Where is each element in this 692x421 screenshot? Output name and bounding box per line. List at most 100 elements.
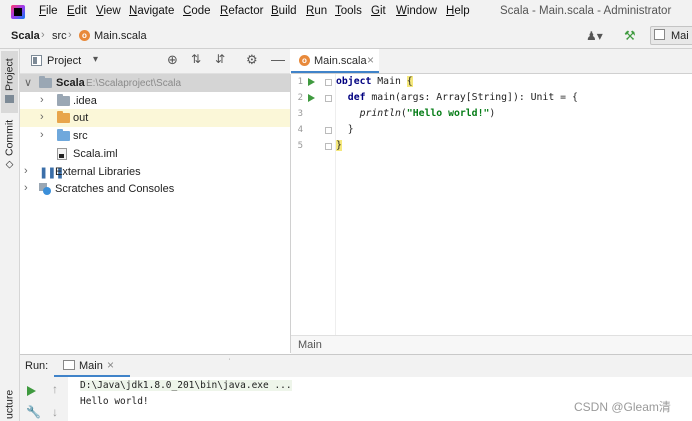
code-line: object Main {	[336, 76, 413, 87]
scratches-icon	[39, 183, 51, 195]
scala-object-icon: o	[299, 55, 310, 66]
line-number: 3	[297, 109, 303, 119]
editor-gutter: 1 2 3 4 5	[291, 74, 335, 335]
fold-marker-icon[interactable]	[325, 127, 332, 134]
folder-icon	[5, 94, 14, 103]
console-output-line: Hello world!	[80, 396, 149, 407]
navigation-bar: Scala › src › o Main.scala ♟▾ ⚒ Mai	[0, 24, 692, 49]
build-hammer-icon[interactable]: ⚒	[624, 28, 636, 44]
chevron-right-icon[interactable]: ›	[24, 182, 28, 194]
run-gutter-icon[interactable]	[308, 78, 315, 86]
fold-marker-icon[interactable]	[325, 79, 332, 86]
menu-file[interactable]: File	[39, 5, 58, 17]
close-tab-icon[interactable]: ×	[367, 53, 374, 67]
code-editor[interactable]: object Main { def main(args: Array[Strin…	[335, 74, 692, 335]
code-line: println("Hello world!")	[359, 108, 496, 119]
expand-all-icon[interactable]: ⇅	[191, 52, 201, 66]
commit-tool-tab[interactable]: ◇ Commit	[1, 119, 18, 173]
structure-tool-tab[interactable]: ucture	[1, 387, 18, 421]
close-tab-icon[interactable]: ×	[107, 358, 114, 372]
tree-item-external-libraries[interactable]: › ❚❚❚ External Libraries	[20, 163, 290, 181]
run-panel-header: Run: Main × ˈ	[20, 354, 692, 377]
tree-item-src[interactable]: › src	[20, 127, 290, 145]
tab-main-scala[interactable]: o Main.scala ×	[291, 49, 379, 73]
code-line: def main(args: Array[String]): Unit = {	[347, 92, 578, 103]
collapse-all-icon[interactable]: ⇵	[215, 52, 225, 66]
console-command-line: D:\Java\jdk1.8.0_201\bin\java.exe ...	[80, 380, 292, 391]
menu-window[interactable]: Window	[396, 5, 437, 17]
run-gutter-icon[interactable]	[308, 94, 315, 102]
watermark: CSDN @Gleam清	[574, 400, 671, 414]
editor-breadcrumb-bar: Main	[291, 335, 692, 354]
left-tool-strip: Project ◇ Commit ucture	[0, 49, 20, 421]
run-toolbar: ↑ 🔧 ↓	[20, 377, 68, 421]
chevron-right-icon[interactable]: ›	[24, 165, 28, 177]
iml-file-icon	[57, 148, 67, 160]
breadcrumb-file[interactable]: Main.scala	[94, 30, 147, 42]
project-tree: ∨ Scala E:\Scalaproject\Scala › .idea › …	[20, 74, 291, 353]
tree-item-scala-root[interactable]: ∨ Scala E:\Scalaproject\Scala	[20, 74, 290, 92]
wrench-icon[interactable]: 🔧	[26, 405, 41, 419]
project-path: E:\Scalaproject\Scala	[86, 78, 182, 89]
menu-view[interactable]: View	[96, 5, 121, 17]
menu-code[interactable]: Code	[183, 5, 211, 17]
line-number: 4	[297, 125, 303, 135]
menu-run[interactable]: Run	[306, 5, 327, 17]
run-config-label: Mai	[671, 30, 689, 42]
breadcrumb-src[interactable]: src	[52, 30, 67, 42]
chevron-down-icon[interactable]: ∨	[24, 76, 32, 89]
editor-tab-bar: o Main.scala ×	[291, 49, 692, 74]
folder-icon	[57, 94, 70, 106]
project-view-label[interactable]: Project	[47, 55, 81, 67]
run-config-selector[interactable]: Mai	[650, 26, 692, 45]
chevron-right-icon: ›	[68, 29, 72, 41]
tree-item-scala-iml[interactable]: Scala.iml	[20, 145, 290, 163]
run-tab-main[interactable]: Main ×	[54, 355, 130, 377]
project-tool-tab[interactable]: Project	[1, 51, 18, 113]
editor-breadcrumb[interactable]: Main	[298, 339, 322, 351]
gear-icon[interactable]: ⚙	[246, 52, 258, 68]
breadcrumb-project[interactable]: Scala	[11, 30, 40, 42]
rerun-icon[interactable]	[27, 386, 36, 396]
menu-edit[interactable]: Edit	[67, 5, 87, 17]
menu-git[interactable]: Git	[371, 5, 386, 17]
arrow-down-icon[interactable]: ↓	[52, 405, 58, 419]
matched-brace: }	[336, 140, 342, 151]
tree-item-scratches[interactable]: › Scratches and Consoles	[20, 180, 290, 198]
chevron-right-icon[interactable]: ›	[40, 111, 44, 123]
menu-build[interactable]: Build	[271, 5, 297, 17]
arrow-up-icon[interactable]: ↑	[52, 382, 58, 396]
line-number: 2	[297, 93, 303, 103]
project-view-icon	[31, 55, 42, 66]
user-dropdown-icon[interactable]: ♟▾	[586, 29, 603, 43]
locate-crosshair-icon[interactable]: ⊕	[167, 52, 178, 68]
fold-marker-icon[interactable]	[325, 143, 332, 150]
hide-panel-icon[interactable]: —	[271, 51, 285, 67]
line-number: 1	[297, 77, 303, 87]
chevron-right-icon: ›	[41, 29, 45, 41]
window-title: Scala - Main.scala - Administrator	[500, 5, 672, 17]
project-panel-header: Project ▾ ⊕ ⇅ ⇵ ⚙ —	[20, 49, 290, 74]
matched-brace: {	[406, 76, 413, 87]
tree-item-out[interactable]: › out	[20, 109, 290, 127]
scala-object-icon: o	[79, 30, 90, 41]
module-folder-icon	[39, 76, 52, 88]
chevron-right-icon[interactable]: ›	[40, 94, 44, 106]
tree-item-idea[interactable]: › .idea	[20, 92, 290, 110]
menu-tools[interactable]: Tools	[335, 5, 362, 17]
chevron-right-icon[interactable]: ›	[40, 129, 44, 141]
line-number: 5	[297, 141, 303, 151]
menu-help[interactable]: Help	[446, 5, 470, 17]
menu-refactor[interactable]: Refactor	[220, 5, 263, 17]
fold-marker-icon[interactable]	[325, 95, 332, 102]
excluded-folder-icon	[57, 111, 70, 123]
code-line: }	[336, 124, 354, 135]
run-panel-label: Run:	[25, 360, 49, 372]
run-config-icon	[63, 360, 75, 370]
drag-handle-icon[interactable]: ˈ	[228, 358, 231, 369]
run-config-icon	[654, 29, 665, 40]
code-line: }	[336, 140, 342, 151]
chevron-down-icon[interactable]: ▾	[93, 54, 98, 65]
menu-navigate[interactable]: Navigate	[129, 5, 174, 17]
intellij-logo-icon	[11, 5, 25, 19]
